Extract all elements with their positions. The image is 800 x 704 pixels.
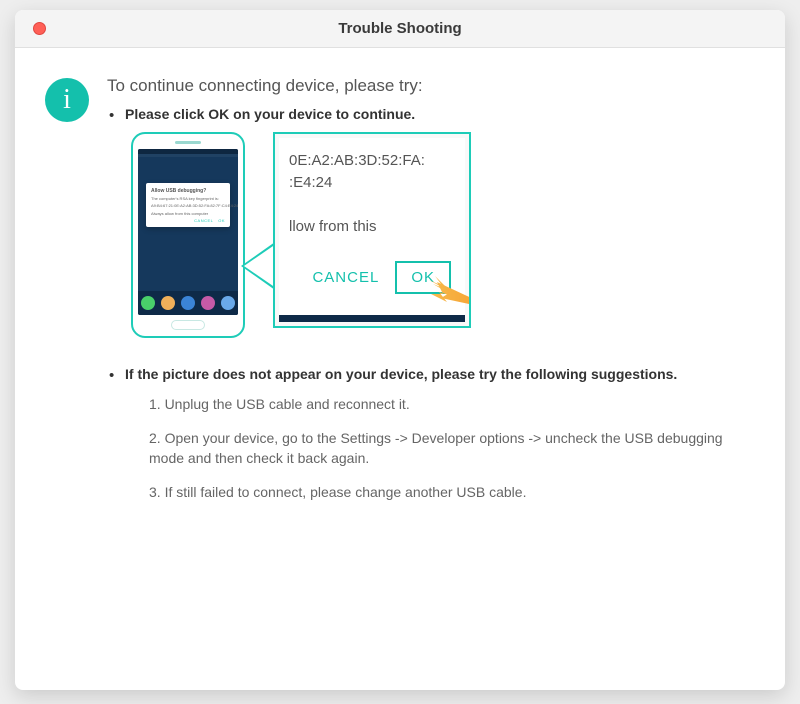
zoom-line4 bbox=[289, 240, 293, 257]
illustration: Allow USB debugging? The computer's RSA … bbox=[131, 132, 471, 342]
zoom-line2: :E4:24 bbox=[289, 174, 332, 191]
zoom-line3: llow from this bbox=[289, 218, 377, 235]
info-icon: i bbox=[45, 78, 89, 122]
close-icon[interactable] bbox=[33, 22, 46, 35]
mini-dialog: Allow USB debugging? The computer's RSA … bbox=[146, 183, 230, 227]
titlebar: Trouble Shooting bbox=[15, 10, 785, 48]
phone-dock bbox=[138, 291, 238, 315]
dock-app-icon bbox=[141, 296, 155, 310]
mini-dialog-title: Allow USB debugging? bbox=[151, 188, 225, 194]
mini-ok: OK bbox=[218, 218, 225, 223]
page-heading: To continue connecting device, please tr… bbox=[107, 76, 749, 96]
bullet-item-2: If the picture does not appear on your d… bbox=[125, 366, 749, 502]
zoom-panel: 0E:A2:AB:3D:52:FA: :E4:24 llow from this… bbox=[273, 132, 471, 328]
zoom-buttons: CANCEL OK bbox=[312, 261, 451, 294]
mini-dialog-buttons: CANCEL OK bbox=[151, 218, 225, 223]
bullet-list: Please click OK on your device to contin… bbox=[107, 106, 749, 502]
mini-dialog-body1: The computer's RSA key fingerprint is: bbox=[151, 196, 225, 201]
dock-app-icon bbox=[201, 296, 215, 310]
window-title: Trouble Shooting bbox=[15, 20, 785, 37]
cancel-button[interactable]: CANCEL bbox=[312, 269, 379, 286]
zoom-bot-strip bbox=[279, 315, 465, 322]
mini-cancel: CANCEL bbox=[194, 218, 213, 223]
zoom-inner: 0E:A2:AB:3D:52:FA: :E4:24 llow from this… bbox=[279, 138, 465, 322]
bullet-1-text: Please click OK on your device to contin… bbox=[125, 106, 749, 122]
ok-button[interactable]: OK bbox=[395, 261, 451, 294]
troubleshoot-window: Trouble Shooting i To continue connectin… bbox=[15, 10, 785, 690]
zoom-text: 0E:A2:AB:3D:52:FA: :E4:24 llow from this bbox=[289, 150, 425, 260]
phone-screen: Allow USB debugging? The computer's RSA … bbox=[138, 149, 238, 315]
mini-dialog-body2: A9:B4:67:21:0E:A2:AB:3D:52:FA:82:7F:C4:E… bbox=[151, 203, 225, 208]
step-2: 2. Open your device, go to the Settings … bbox=[149, 428, 749, 468]
phone-mock: Allow USB debugging? The computer's RSA … bbox=[131, 132, 245, 338]
step-1: 1. Unplug the USB cable and reconnect it… bbox=[149, 394, 749, 414]
bullet-2-text: If the picture does not appear on your d… bbox=[125, 366, 749, 382]
zoom-line1: 0E:A2:AB:3D:52:FA: bbox=[289, 152, 425, 169]
phone-home-button bbox=[171, 320, 205, 330]
main-column: To continue connecting device, please tr… bbox=[107, 76, 749, 670]
content-area: i To continue connecting device, please … bbox=[15, 48, 785, 690]
info-glyph: i bbox=[63, 84, 71, 116]
mini-dialog-always: Always allow from this computer bbox=[151, 211, 225, 216]
dock-app-icon bbox=[161, 296, 175, 310]
step-3: 3. If still failed to connect, please ch… bbox=[149, 482, 749, 502]
dock-app-icon bbox=[181, 296, 195, 310]
phone-topbar bbox=[138, 154, 238, 157]
dock-app-icon bbox=[221, 296, 235, 310]
suggestion-steps: 1. Unplug the USB cable and reconnect it… bbox=[125, 394, 749, 502]
bullet-item-1: Please click OK on your device to contin… bbox=[125, 106, 749, 342]
traffic-lights bbox=[33, 22, 46, 35]
phone-speaker bbox=[175, 141, 201, 144]
